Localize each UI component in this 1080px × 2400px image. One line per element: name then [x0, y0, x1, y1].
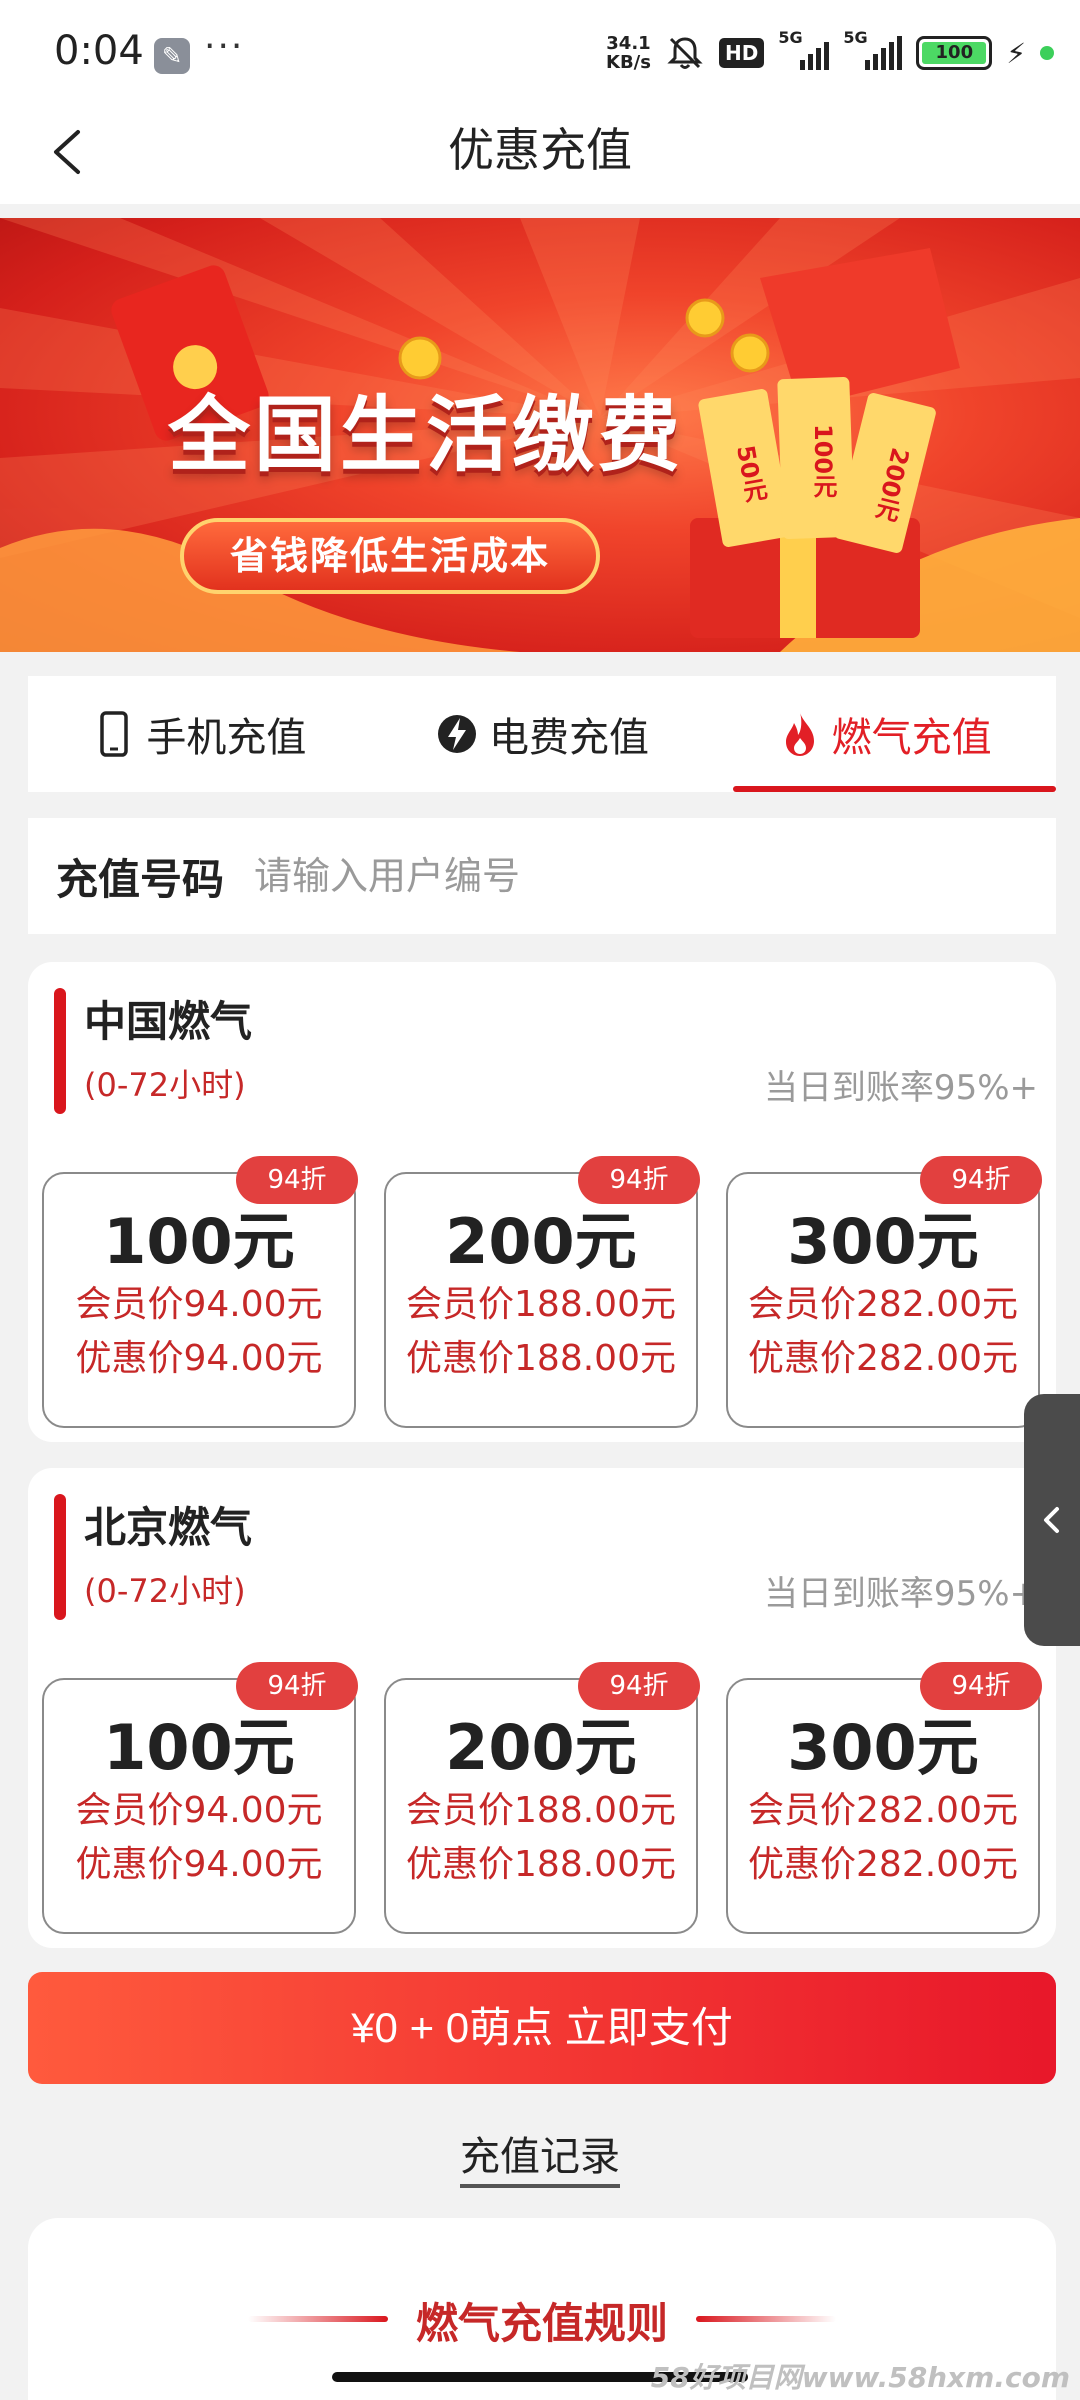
amount-value: 100元 — [103, 1711, 295, 1784]
signal-icon: 5G — [778, 28, 830, 70]
recharge-type-tabs: 手机充值 电费充值 燃气充值 — [28, 676, 1056, 792]
account-number-input[interactable] — [254, 854, 855, 898]
amount-option-100[interactable]: 94折 100元 会员价94.00元 优惠价94.00元 — [42, 1156, 358, 1428]
network-speed-value: 34.1 — [606, 33, 651, 54]
member-price: 会员价188.00元 — [406, 1790, 676, 1831]
signal-icon-2: 5G — [843, 28, 903, 70]
signal-label: 5G — [778, 28, 803, 47]
signal-label-2: 5G — [843, 28, 868, 47]
discount-badge: 94折 — [920, 1156, 1042, 1204]
amount-option-300[interactable]: 94折 300元 会员价282.00元 优惠价282.00元 — [726, 1156, 1042, 1428]
mute-bell-icon — [667, 37, 703, 69]
status-icons: 34.1 KB/s HD 5G 5G 100 ⚡ — [606, 28, 1054, 76]
rules-title: 燃气充值规则 — [415, 2299, 668, 2348]
tab-electricity-recharge[interactable]: 电费充值 — [371, 676, 714, 792]
discount-badge: 94折 — [578, 1156, 700, 1204]
member-price: 会员价282.00元 — [748, 1284, 1018, 1325]
tab-label: 燃气充值 — [831, 715, 992, 761]
phone-icon — [100, 711, 129, 757]
promo-price: 优惠价188.00元 — [406, 1844, 676, 1885]
amount-option-100[interactable]: 94折 100元 会员价94.00元 优惠价94.00元 — [42, 1662, 358, 1934]
account-row: 充值号码 — [28, 818, 1056, 934]
chevron-left-icon — [1044, 1507, 1059, 1533]
member-price: 会员价282.00元 — [748, 1790, 1018, 1831]
provider-arrival-rate: 当日到账率95%+ — [763, 1574, 1038, 1614]
page-title: 优惠充值 — [448, 123, 632, 177]
provider-name: 中国燃气 — [84, 997, 253, 1046]
amount-options: 94折 100元 会员价94.00元 优惠价94.00元 94折 200元 会员… — [42, 1156, 1042, 1428]
nav-bar: 优惠充值 — [0, 100, 1080, 204]
side-panel-toggle[interactable] — [1024, 1394, 1080, 1646]
amount-option-200[interactable]: 94折 200元 会员价188.00元 优惠价188.00元 — [384, 1662, 700, 1934]
rules-divider-right — [696, 2316, 836, 2322]
wrench-icon: ✎ — [154, 38, 190, 74]
amount-value: 200元 — [445, 1711, 637, 1784]
amount-value: 100元 — [103, 1205, 295, 1278]
banner-coupon-50: 50元 — [731, 443, 769, 505]
watermark: 58好项目网www.58hxm.com — [650, 2361, 1070, 2394]
promo-price: 优惠价94.00元 — [75, 1844, 323, 1885]
recharge-records-link[interactable]: 充值记录 — [0, 2124, 1080, 2188]
tab-label: 电费充值 — [489, 715, 649, 761]
promo-banner[interactable]: 全国生活缴费 省钱降低生活成本 50元 100元 200元 — [0, 218, 1080, 652]
promo-price: 优惠价282.00元 — [748, 1844, 1018, 1885]
hd-badge: HD — [718, 38, 765, 68]
charging-icon: ⚡ — [1006, 36, 1026, 70]
network-speed-unit: KB/s — [606, 52, 651, 73]
provider-arrival-time: (0-72小时) — [84, 1066, 246, 1104]
account-label: 充值号码 — [56, 854, 225, 904]
promo-price: 优惠价188.00元 — [406, 1338, 676, 1379]
lightning-icon — [438, 715, 476, 753]
promo-price: 优惠价282.00元 — [748, 1338, 1018, 1379]
discount-badge: 94折 — [236, 1156, 358, 1204]
provider-accent-bar — [54, 1494, 66, 1620]
banner-subtitle: 省钱降低生活成本 — [180, 518, 600, 594]
flame-icon — [785, 712, 814, 756]
pay-now-button[interactable]: ¥0 + 0萌点 立即支付 — [28, 1972, 1056, 2084]
recharge-records-label: 充值记录 — [460, 2134, 620, 2188]
battery-icon: 100 — [916, 36, 993, 70]
status-time: 0:04 — [54, 28, 144, 74]
banner-title: 全国生活缴费 — [168, 388, 685, 483]
tab-label: 手机充值 — [146, 715, 307, 761]
provider-card-beijing-gas: 北京燃气 (0-72小时) 当日到账率95%+ 94折 100元 会员价94.0… — [28, 1468, 1056, 1948]
discount-badge: 94折 — [578, 1662, 700, 1710]
amount-options: 94折 100元 会员价94.00元 优惠价94.00元 94折 200元 会员… — [42, 1662, 1042, 1934]
provider-arrival-rate: 当日到账率95%+ — [763, 1068, 1038, 1108]
amount-value: 300元 — [787, 1711, 979, 1784]
banner-coupon-100: 100元 — [809, 424, 837, 499]
network-speed: 34.1 KB/s — [606, 34, 651, 72]
discount-badge: 94折 — [920, 1662, 1042, 1710]
amount-option-200[interactable]: 94折 200元 会员价188.00元 优惠价188.00元 — [384, 1156, 700, 1428]
provider-card-china-gas: 中国燃气 (0-72小时) 当日到账率95%+ 94折 100元 会员价94.0… — [28, 962, 1056, 1442]
status-dot-icon — [1040, 46, 1054, 60]
battery-level: 100 — [922, 42, 987, 64]
member-price: 会员价94.00元 — [75, 1790, 323, 1831]
provider-name: 北京燃气 — [84, 1503, 253, 1552]
discount-badge: 94折 — [236, 1662, 358, 1710]
provider-accent-bar — [54, 988, 66, 1114]
tab-gas-recharge[interactable]: 燃气充值 — [713, 676, 1056, 792]
amount-option-300[interactable]: 94折 300元 会员价282.00元 优惠价282.00元 — [726, 1662, 1042, 1934]
provider-arrival-time: (0-72小时) — [84, 1572, 246, 1610]
status-bar: 0:04 ✎ ··· 34.1 KB/s HD 5G 5G 100 ⚡ — [0, 0, 1080, 100]
member-price: 会员价94.00元 — [75, 1284, 323, 1325]
more-notifications-icon: ··· — [204, 26, 245, 67]
member-price: 会员价188.00元 — [406, 1284, 676, 1325]
amount-value: 200元 — [445, 1205, 637, 1278]
promo-price: 优惠价94.00元 — [75, 1338, 323, 1379]
tab-mobile-recharge[interactable]: 手机充值 — [28, 676, 371, 792]
amount-value: 300元 — [787, 1205, 979, 1278]
